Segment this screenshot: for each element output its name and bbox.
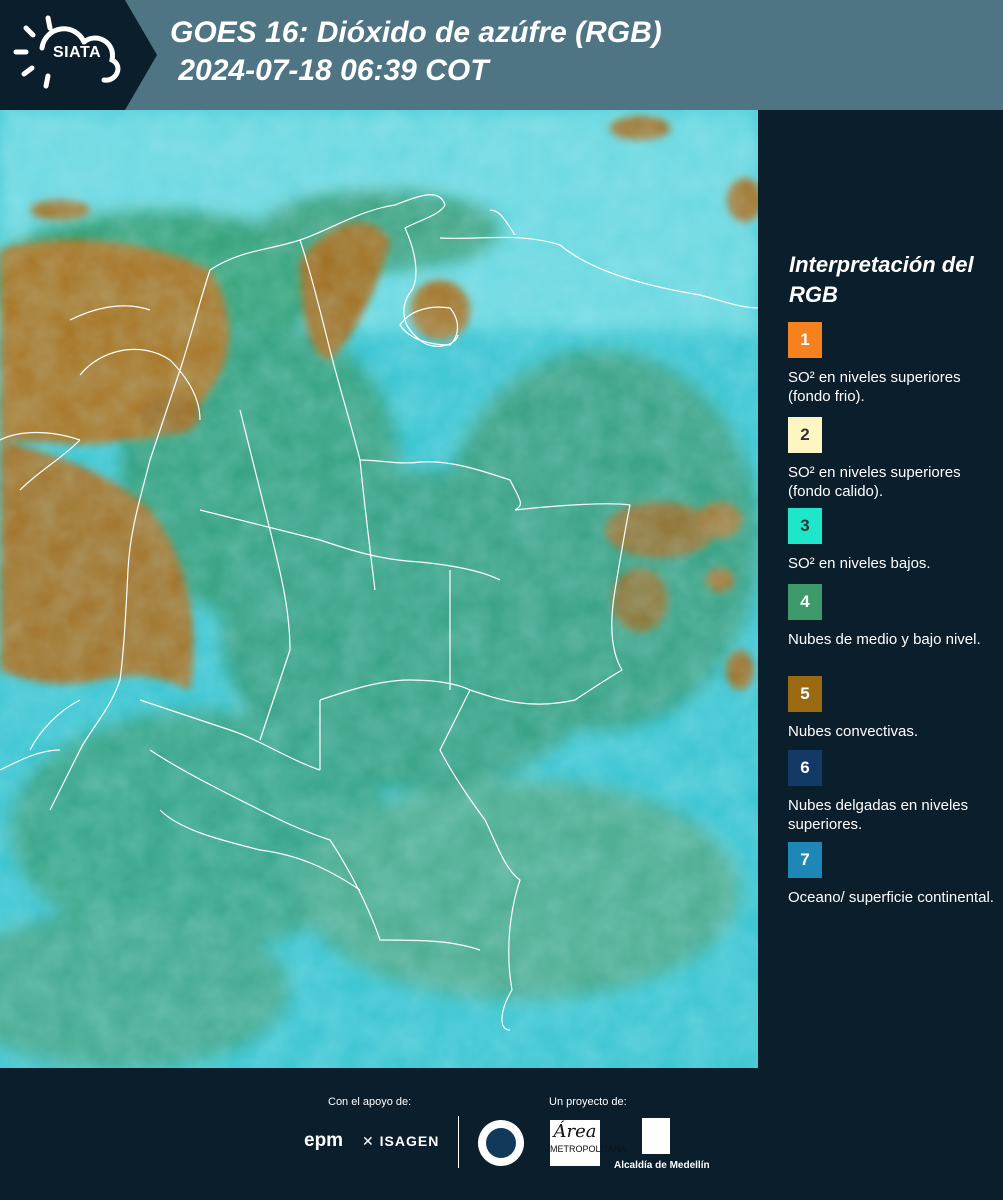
- area-logo-big: Área: [553, 1121, 597, 1142]
- legend-item-5: 5 Nubes convectivas.: [788, 676, 998, 741]
- legend-swatch-4: 4: [788, 584, 822, 620]
- legend-swatch-6: 6: [788, 750, 822, 786]
- area-logo-small: METROPOLITANA: [550, 1144, 627, 1154]
- legend-text-7: Oceano/ superficie continental.: [788, 889, 994, 906]
- legend-text-4: Nubes de medio y bajo nivel.: [788, 631, 981, 648]
- legend-text-5: Nubes convectivas.: [788, 723, 919, 740]
- isagen-logo: ✕ ISAGEN: [362, 1133, 439, 1150]
- legend-item-7: 7 Oceano/ superficie continental.: [788, 842, 998, 907]
- support-label: Con el apoyo de:: [328, 1096, 412, 1108]
- legend-item-4: 4 Nubes de medio y bajo nivel.: [788, 584, 998, 649]
- isagen-text: ISAGEN: [379, 1133, 440, 1149]
- legend-text-1: SO² en niveles superiores (fondo frio).: [788, 369, 961, 405]
- alcaldia-text: Alcaldía de Medellín: [614, 1160, 710, 1171]
- logo-arrow: [125, 0, 157, 110]
- footer-divider: [458, 1116, 459, 1168]
- alcaldia-emblem-icon: [642, 1118, 670, 1154]
- legend-swatch-7: 7: [788, 842, 822, 878]
- satellite-map: [0, 110, 758, 1068]
- isagen-mark-icon: ✕: [362, 1133, 375, 1149]
- title-line-1: GOES 16: Dióxido de azúfre (RGB): [170, 16, 662, 49]
- logo-text: SIATA: [53, 44, 102, 61]
- epm-logo: epm: [304, 1130, 344, 1151]
- legend-text-2: SO² en niveles superiores (fondo calido)…: [788, 464, 961, 500]
- legend-text-3: SO² en niveles bajos.: [788, 555, 931, 572]
- footer: Con el apoyo de: Un proyecto de: epm ✕ I…: [0, 1068, 1003, 1200]
- legend-item-6: 6 Nubes delgadas en niveles superiores.: [788, 750, 998, 834]
- medellin-seal-icon: [478, 1120, 524, 1166]
- siata-logo: SIATA: [0, 0, 125, 110]
- legend-item-2: 2 SO² en niveles superiores (fondo calid…: [788, 417, 998, 501]
- header: SIATA GOES 16: Dióxido de azúfre (RGB) 2…: [0, 0, 1003, 110]
- legend-item-1: 1 SO² en niveles superiores (fondo frio)…: [788, 322, 998, 406]
- legend-swatch-3: 3: [788, 508, 822, 544]
- satellite-rgb-image: [0, 110, 758, 1068]
- legend-swatch-5: 5: [788, 676, 822, 712]
- legend-swatch-2: 2: [788, 417, 822, 453]
- legend-item-3: 3 SO² en niveles bajos.: [788, 508, 998, 573]
- legend-text-6: Nubes delgadas en niveles superiores.: [788, 797, 969, 833]
- legend-panel: Interpretación del RGB 1 SO² en niveles …: [760, 110, 1003, 1068]
- project-label: Un proyecto de:: [549, 1096, 627, 1108]
- title-line-2: 2024-07-18 06:39 COT: [170, 54, 489, 87]
- page-title: GOES 16: Dióxido de azúfre (RGB) 2024-07…: [170, 14, 662, 90]
- area-metropolitana-logo: Área METROPOLITANA: [550, 1120, 627, 1166]
- legend-swatch-1: 1: [788, 322, 822, 358]
- legend-title: Interpretación del RGB: [789, 252, 974, 307]
